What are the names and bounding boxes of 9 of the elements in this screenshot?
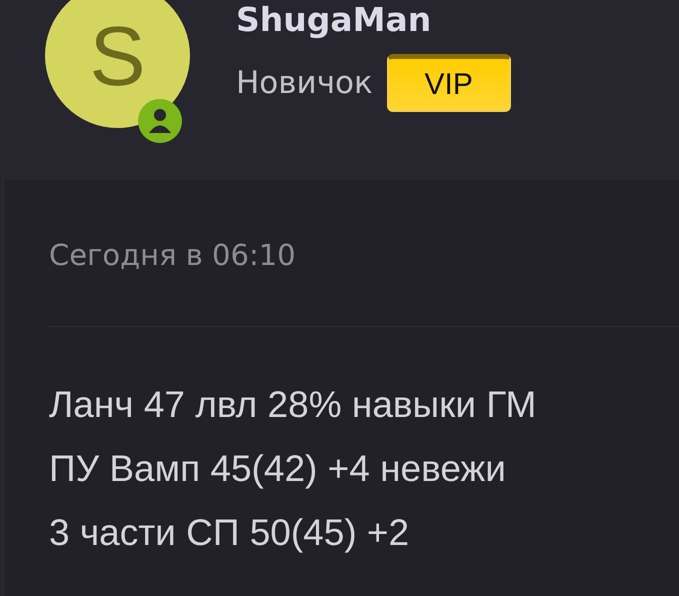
post-text-line: ПУ Вамп 45(42) +4 невежи xyxy=(49,447,507,491)
post-text-line: Ланч 47 лвл 28% навыки ГМ xyxy=(49,383,538,427)
avatar-letter: S xyxy=(89,14,146,98)
vip-badge: VIP xyxy=(386,54,511,112)
avatar[interactable]: S xyxy=(45,0,190,128)
username[interactable]: ShugaMan xyxy=(236,0,511,40)
post-text-line: 3 части СП 50(45) +2 xyxy=(49,511,410,555)
user-rank: Новичок xyxy=(236,65,373,101)
post-date: Сегодня в 06:10 xyxy=(49,237,297,274)
